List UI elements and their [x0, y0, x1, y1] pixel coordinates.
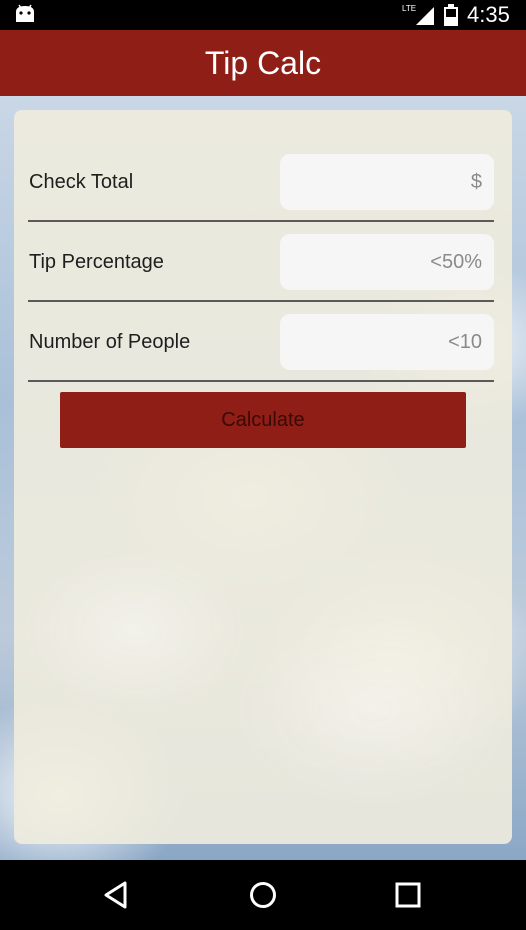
calculate-button[interactable]: Calculate: [60, 392, 466, 448]
system-nav-bar: [0, 860, 526, 930]
svg-text:LTE: LTE: [402, 4, 416, 13]
app-title: Tip Calc: [204, 45, 322, 81]
status-clock: 4:35: [467, 2, 510, 27]
tip-form-card: Check Total Tip Percentage Number of Peo…: [14, 110, 512, 844]
tip-percentage-input[interactable]: [280, 234, 494, 290]
home-icon[interactable]: [248, 880, 278, 910]
check-total-input[interactable]: [280, 154, 494, 210]
number-of-people-label: Number of People: [29, 331, 191, 353]
check-total-label: Check Total: [29, 171, 134, 193]
check-total-row: Check Total: [28, 142, 494, 222]
number-of-people-input[interactable]: [280, 314, 494, 370]
android-notification-icon: [16, 4, 34, 22]
cloud-background: Check Total Tip Percentage Number of Peo…: [0, 96, 526, 860]
app-bar: Tip Calc: [0, 30, 526, 96]
battery-icon: [444, 4, 458, 26]
number-of-people-row: Number of People: [28, 302, 494, 382]
lte-signal-icon: LTE: [402, 4, 434, 25]
tip-percentage-label: Tip Percentage: [29, 251, 164, 273]
status-bar: LTE 4:35: [0, 0, 526, 30]
tip-percentage-row: Tip Percentage: [28, 222, 494, 302]
recents-icon[interactable]: [393, 880, 423, 910]
back-icon[interactable]: [101, 880, 131, 910]
